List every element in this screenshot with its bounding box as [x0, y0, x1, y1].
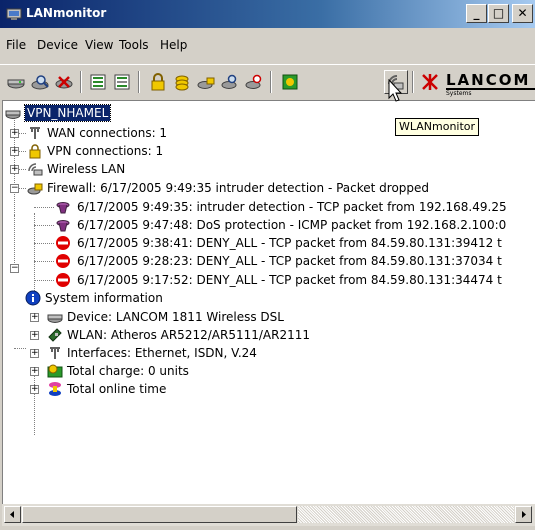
expand-button[interactable]: + [30, 331, 39, 340]
tree-item-label: Firewall: 6/17/2005 9:49:35 intruder det… [47, 181, 430, 195]
expand-button[interactable]: + [30, 349, 39, 358]
router-icon [47, 309, 63, 325]
tree-item-label: WAN connections: 1 [47, 126, 168, 140]
remove-device-icon[interactable] [52, 70, 76, 94]
scrollbar-track[interactable] [298, 506, 514, 523]
event-text: 6/17/2005 9:17:52: DENY_ALL - TCP packet… [77, 273, 502, 287]
lock-icon [27, 143, 43, 159]
title-bar: LANmonitor _ □ ✕ [0, 0, 535, 28]
lancom-logo: LANCOM Systems [446, 71, 535, 97]
scroll-right-button[interactable] [515, 506, 532, 523]
intruder-icon [55, 199, 71, 215]
wireless-icon [27, 161, 43, 177]
expand-button[interactable]: + [30, 313, 39, 322]
window-title: LANmonitor [26, 6, 107, 20]
toolbar-separator [270, 71, 272, 93]
collapse-button[interactable]: − [10, 184, 19, 193]
toolbar-separator [80, 71, 82, 93]
event-text: 6/17/2005 9:49:35: intruder detection - … [77, 200, 507, 214]
info-icon [25, 290, 41, 306]
tree-item-label: VPN_NHAMEL [23, 104, 112, 122]
tree-item-label: WLAN: Atheros AR5212/AR5111/AR2111 [67, 328, 310, 342]
toolbar-separator [412, 71, 414, 93]
wan-icon [27, 125, 43, 141]
event-text: 6/17/2005 9:47:48: DoS protection - ICMP… [77, 218, 507, 232]
toolbar: LANCOM Systems [0, 64, 535, 101]
menu-tools[interactable]: Tools [119, 38, 149, 52]
menu-bar: File Device View Tools Help [0, 28, 535, 64]
menu-file[interactable]: File [6, 38, 26, 52]
tree-item-label: System information [45, 291, 163, 305]
statistics-icon[interactable] [278, 70, 302, 94]
tree-item-label: VPN connections: 1 [47, 144, 164, 158]
deny-icon [55, 272, 71, 288]
toolbar-separator [138, 71, 140, 93]
magnify-device-icon[interactable] [218, 70, 242, 94]
logo-text: LANCOM [446, 71, 531, 89]
tree-item-label: Wireless LAN [47, 162, 126, 176]
router-icon [5, 105, 21, 121]
tree-item-label: Total charge: 0 units [67, 364, 189, 378]
logo-subtitle: Systems [446, 90, 472, 97]
minimize-button[interactable]: _ [466, 4, 487, 23]
expand-button[interactable]: + [10, 165, 19, 174]
collapse-button[interactable]: − [10, 264, 19, 273]
connect-icon[interactable] [86, 70, 110, 94]
expand-button[interactable]: + [10, 129, 19, 138]
deny-icon [55, 253, 71, 269]
deny-icon [55, 235, 71, 251]
device-tree[interactable]: VPN_NHAMEL + WAN connections: 1 + VPN co… [2, 100, 535, 505]
hourglass-icon [47, 381, 63, 397]
expand-button[interactable]: + [10, 147, 19, 156]
disconnect-icon[interactable] [110, 70, 134, 94]
coin-icon[interactable] [170, 70, 194, 94]
menu-help[interactable]: Help [160, 38, 187, 52]
wlan-card-icon [47, 327, 63, 343]
mouse-cursor-icon [388, 79, 403, 102]
tree-item-label: Interfaces: Ethernet, ISDN, V.24 [67, 346, 257, 360]
firewall-lock-icon[interactable] [194, 70, 218, 94]
toolbar-tooltip: WLANmonitor [395, 118, 480, 136]
event-text: 6/17/2005 9:28:23: DENY_ALL - TCP packet… [77, 254, 502, 268]
menu-view[interactable]: View [85, 38, 113, 52]
lancom-logo-icon[interactable] [418, 70, 442, 94]
menu-device[interactable]: Device [37, 38, 78, 52]
firewall-lock-icon [27, 180, 43, 196]
expand-button[interactable]: + [30, 385, 39, 394]
add-device-icon[interactable] [4, 70, 28, 94]
charge-icon [47, 363, 63, 379]
horizontal-scrollbar[interactable] [2, 504, 535, 526]
tree-item-label: Device: LANCOM 1811 Wireless DSL [67, 310, 284, 324]
expand-button[interactable]: + [30, 367, 39, 376]
tree-item-label: Total online time [67, 382, 167, 396]
lock-icon[interactable] [146, 70, 170, 94]
maximize-button[interactable]: □ [488, 4, 509, 23]
app-icon [6, 6, 22, 22]
wan-icon [47, 345, 63, 361]
lanmonitor-window: LANmonitor _ □ ✕ File Device View Tools … [0, 0, 535, 530]
refresh-device-icon[interactable] [242, 70, 266, 94]
search-device-icon[interactable] [28, 70, 52, 94]
intruder-icon [55, 217, 71, 233]
event-text: 6/17/2005 9:38:41: DENY_ALL - TCP packet… [77, 236, 502, 250]
scroll-left-button[interactable] [4, 506, 21, 523]
scrollbar-thumb[interactable] [22, 506, 297, 523]
close-button[interactable]: ✕ [512, 4, 533, 23]
